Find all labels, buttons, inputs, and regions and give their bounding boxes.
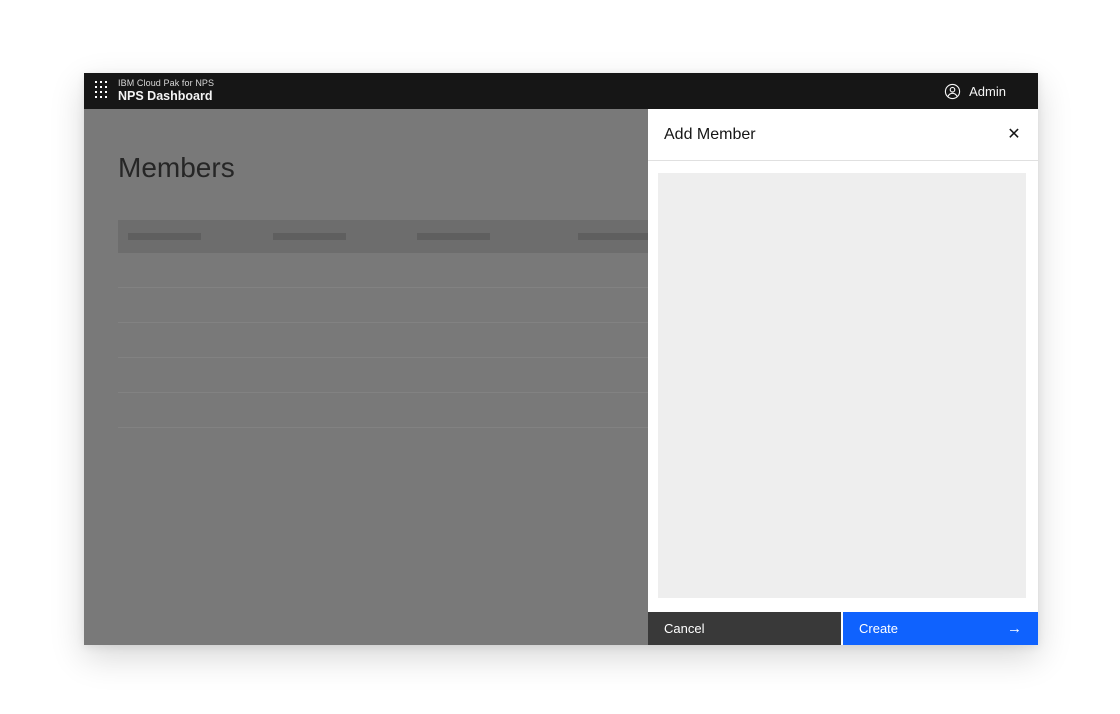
- side-panel-footer: Cancel Create →: [648, 612, 1038, 645]
- page-title: Members: [118, 152, 235, 184]
- add-member-side-panel: Add Member ✕ Cancel Create →: [648, 109, 1038, 645]
- side-panel-header: Add Member ✕: [648, 109, 1038, 161]
- side-panel-title: Add Member: [664, 126, 756, 144]
- product-title: NPS Dashboard: [118, 89, 214, 104]
- skeleton-bar: [417, 233, 490, 240]
- app-header: IBM Cloud Pak for NPS NPS Dashboard Admi…: [84, 73, 1038, 109]
- cancel-button[interactable]: Cancel: [648, 612, 841, 645]
- skeleton-bar: [578, 233, 651, 240]
- app-switcher-button[interactable]: [84, 73, 118, 109]
- app-switcher-icon: [95, 81, 107, 101]
- header-titles: IBM Cloud Pak for NPS NPS Dashboard: [118, 78, 214, 103]
- app-window: IBM Cloud Pak for NPS NPS Dashboard Admi…: [84, 73, 1038, 645]
- user-menu-button[interactable]: Admin: [944, 83, 1038, 100]
- skeleton-bar: [128, 233, 201, 240]
- form-placeholder: [658, 173, 1026, 598]
- arrow-right-icon: →: [1007, 620, 1022, 637]
- user-avatar-icon: [944, 83, 961, 100]
- create-button[interactable]: Create →: [843, 612, 1038, 645]
- platform-title: IBM Cloud Pak for NPS: [118, 78, 214, 89]
- close-icon[interactable]: ✕: [998, 119, 1030, 151]
- create-button-label: Create: [859, 621, 898, 636]
- skeleton-bar: [273, 233, 346, 240]
- side-panel-body: [648, 161, 1038, 612]
- user-label: Admin: [969, 84, 1006, 99]
